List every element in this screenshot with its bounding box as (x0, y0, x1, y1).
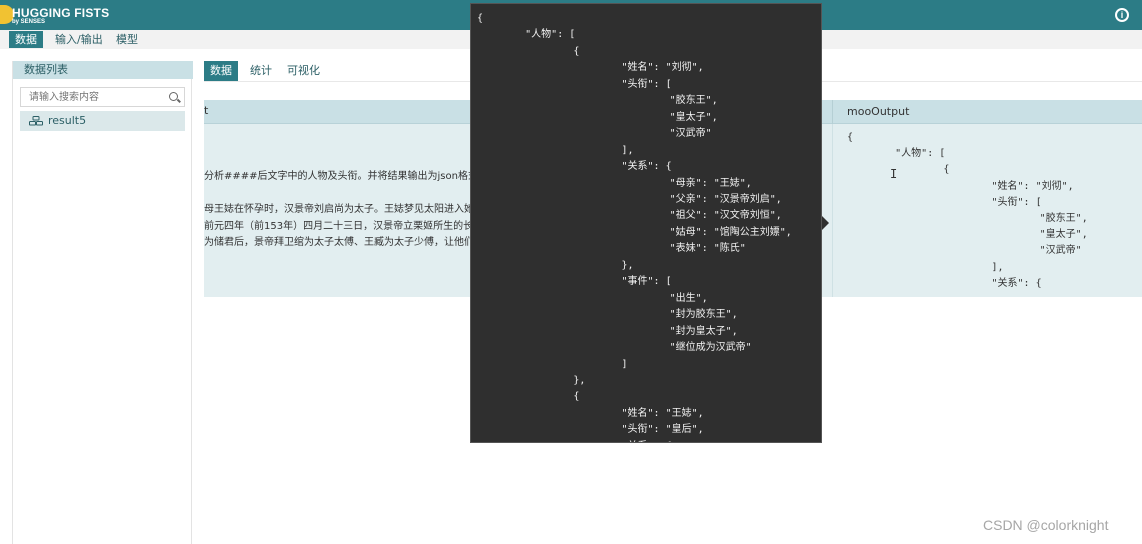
list-item-label: result5 (48, 114, 87, 127)
logo-title: HUGGING FISTS (12, 6, 110, 20)
database-icon (29, 116, 43, 126)
data-list-panel: 数据列表 (12, 61, 193, 544)
text-cursor-icon: I (890, 167, 898, 181)
data-list-title: 数据列表 (13, 61, 193, 79)
watermark: CSDN @colorknight (983, 517, 1109, 533)
app-logo[interactable]: HUGGING FISTS by SENSES (0, 2, 110, 28)
cell-preview-popup: { "人物": [ { "姓名": "刘彻", "头衔": [ "胶东王", "… (470, 3, 822, 443)
popup-arrow (822, 216, 829, 230)
info-icon[interactable]: i (1115, 8, 1129, 22)
input-line: 分析####后文字中的人物及头衔。并将结果输出为json格式 (204, 171, 478, 182)
search-icon[interactable] (169, 92, 178, 101)
menu-item-data[interactable]: 数据 (9, 31, 43, 48)
tab-stats[interactable]: 统计 (244, 61, 278, 81)
logo-subtitle: by SENSES (12, 19, 46, 25)
menu-item-model[interactable]: 模型 (110, 31, 144, 48)
tab-data[interactable]: 数据 (204, 61, 238, 81)
menu-item-io[interactable]: 输入/输出 (49, 31, 109, 48)
search-input[interactable] (29, 88, 164, 106)
list-item-result5[interactable]: result5 (20, 111, 185, 131)
column-divider (832, 124, 833, 297)
search-box (20, 87, 185, 107)
tab-visualize[interactable]: 可视化 (281, 61, 326, 81)
column-header-input[interactable]: t (204, 104, 208, 117)
column-header-output[interactable]: mooOutput (847, 105, 909, 118)
column-divider[interactable] (832, 100, 833, 124)
output-cell: { "人物": [ { "姓名": "刘彻", "头衔": [ "胶东王", "… (847, 132, 1088, 289)
popup-json-text: { "人物": [ { "姓名": "刘彻", "头衔": [ "胶东王", "… (477, 13, 792, 442)
